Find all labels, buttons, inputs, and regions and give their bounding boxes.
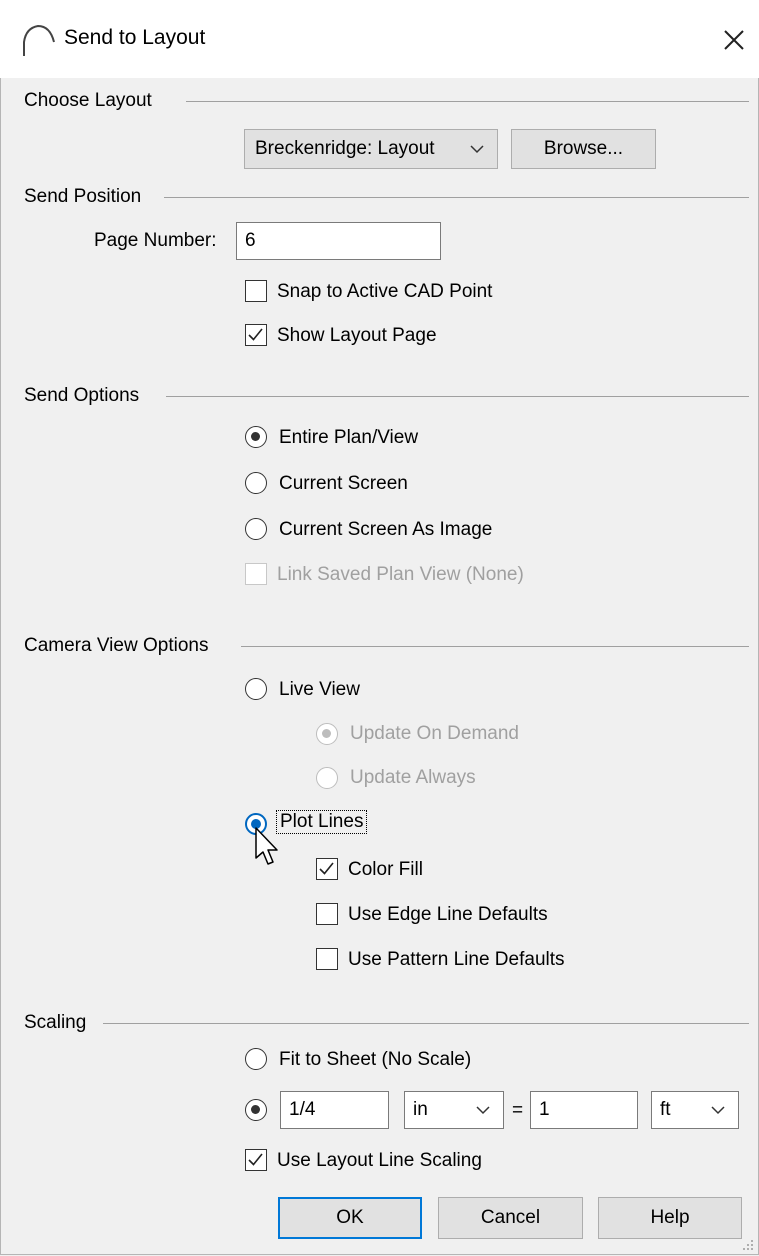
fit-to-sheet-radio[interactable] [245,1048,267,1070]
current-screen-label: Current Screen [279,473,408,494]
current-screen-image-radio[interactable] [245,518,267,540]
mouse-cursor-icon [255,827,278,865]
layout-line-scaling-checkbox[interactable] [245,1149,267,1171]
help-button[interactable]: Help [598,1197,742,1239]
show-layout-label: Show Layout Page [277,325,437,346]
radio-dot [251,1105,260,1114]
live-view-radio[interactable] [245,678,267,700]
live-view-label: Live View [279,679,360,700]
chevron-down-icon [470,145,484,154]
layout-select[interactable]: Breckenridge: Layout [244,129,498,169]
show-layout-checkbox[interactable] [245,324,267,346]
radio-dot [251,432,260,441]
group-divider [164,197,749,198]
snap-checkbox[interactable] [245,280,267,302]
cancel-button[interactable]: Cancel [438,1197,583,1239]
group-divider [241,646,749,647]
update-on-demand-label: Update On Demand [350,723,519,744]
resize-grip-icon[interactable] [741,1238,755,1252]
scale-value-input[interactable]: 1/4 [280,1091,389,1129]
link-saved-label: Link Saved Plan View (None) [277,564,524,585]
edge-defaults-label: Use Edge Line Defaults [348,904,548,925]
fit-to-sheet-label: Fit to Sheet (No Scale) [279,1049,472,1070]
close-icon[interactable] [716,22,752,58]
ok-button[interactable]: OK [278,1197,422,1239]
scale-unit-value: in [413,1099,428,1120]
pattern-defaults-checkbox[interactable] [316,948,338,970]
send-position-label: Send Position [24,186,142,207]
update-on-demand-radio [316,723,338,745]
scaling-label: Scaling [24,1012,87,1033]
equals-sign: = [512,1100,524,1121]
checkmark-icon [319,862,334,875]
entire-plan-label: Entire Plan/View [279,427,419,448]
snap-label: Snap to Active CAD Point [277,281,493,302]
checkmark-icon [248,1153,263,1166]
entire-plan-radio[interactable] [245,426,267,448]
update-always-radio [316,767,338,789]
send-options-label: Send Options [24,385,140,406]
radio-dot [322,729,331,738]
color-fill-label: Color Fill [348,859,423,880]
page-number-label: Page Number: [94,230,217,251]
group-divider [186,101,749,102]
chevron-down-icon [711,1106,725,1115]
window-title: Send to Layout [64,26,206,49]
real-value-input[interactable]: 1 [530,1091,638,1129]
layout-select-value: Breckenridge: Layout [255,138,435,159]
scale-radio[interactable] [245,1099,267,1121]
current-screen-radio[interactable] [245,472,267,494]
link-saved-checkbox [245,563,267,585]
layout-line-scaling-label: Use Layout Line Scaling [277,1150,482,1171]
browse-button[interactable]: Browse... [511,129,656,169]
current-screen-image-label: Current Screen As Image [279,519,493,540]
plot-lines-label: Plot Lines [276,810,368,834]
page-number-input[interactable]: 6 [236,222,441,260]
choose-layout-label: Choose Layout [24,90,152,111]
scale-unit-select[interactable]: in [404,1091,504,1129]
chevron-down-icon [476,1106,490,1115]
pattern-defaults-label: Use Pattern Line Defaults [348,949,565,970]
camera-view-label: Camera View Options [24,635,209,656]
real-unit-value: ft [660,1099,671,1120]
real-unit-select[interactable]: ft [651,1091,739,1129]
update-always-label: Update Always [350,767,476,788]
group-divider [166,396,749,397]
checkmark-icon [248,328,263,341]
group-divider [103,1023,749,1024]
app-icon [23,24,55,56]
edge-defaults-checkbox[interactable] [316,903,338,925]
color-fill-checkbox[interactable] [316,858,338,880]
